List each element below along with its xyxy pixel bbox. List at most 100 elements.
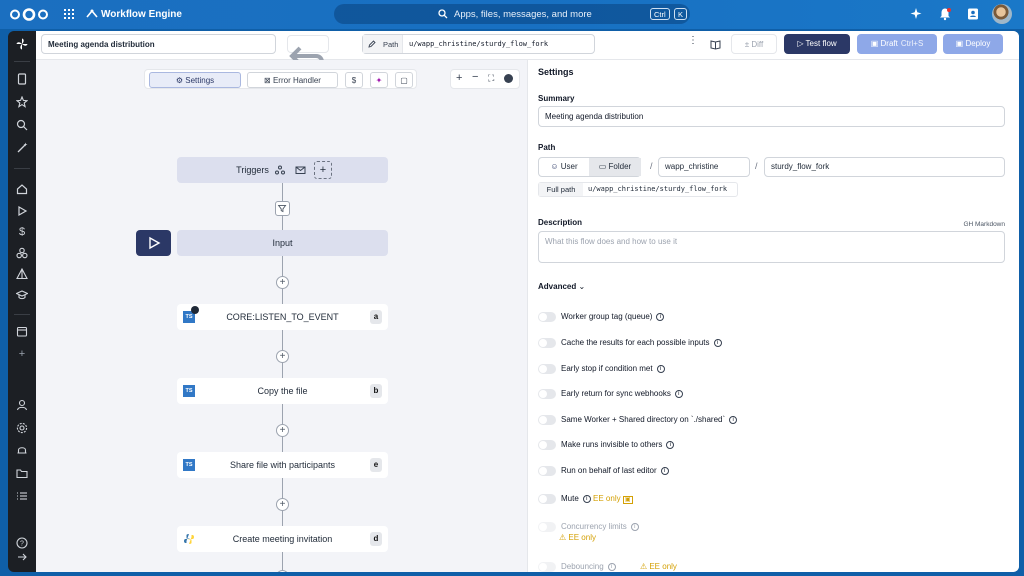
resources-icon[interactable] [16,247,28,259]
run-input-button[interactable] [136,230,171,256]
nextcloud-logo[interactable] [9,8,49,21]
error-handler-tab[interactable]: ⊠ Error Handler [247,72,338,88]
bug-icon: ⊠ [264,76,271,85]
info-icon[interactable]: i [607,562,616,571]
info-icon[interactable]: i [713,338,722,347]
summary-input[interactable]: Meeting agenda distribution [538,106,1005,127]
user-avatar[interactable] [992,4,1012,24]
flow-step-node[interactable]: TS CORE:LISTEN_TO_EVENT a [177,304,388,330]
info-icon[interactable]: i [666,440,675,449]
diff-button[interactable]: ± Diff [731,34,777,54]
input-node[interactable]: Input [177,230,388,256]
add-trigger-button[interactable]: + [314,161,332,179]
zoom-out-icon[interactable]: − [472,71,478,83]
worker-group-toggle[interactable] [538,312,556,322]
warning-icon: ⚠ [559,533,567,542]
option-label: Make runs invisible to others [561,440,663,449]
add-step-button[interactable]: + [276,350,289,363]
theme-toggle-icon[interactable] [504,74,513,83]
info-icon[interactable]: i [630,522,639,531]
owner-kind-toggle: ☺ User ▭ Folder [538,157,641,177]
folder-option[interactable]: ▭ Folder [589,158,641,176]
deploy-button[interactable]: ▣ Deploy [943,34,1003,54]
invisible-runs-toggle[interactable] [538,440,556,450]
user-icon[interactable] [16,399,28,411]
star-icon[interactable] [16,96,28,108]
info-icon[interactable]: i [674,389,683,398]
user-option[interactable]: ☺ User [539,158,589,176]
info-icon[interactable]: i [729,415,738,424]
gear-icon: ⚙ [175,76,184,85]
contacts-icon[interactable] [966,7,980,21]
cache-results-toggle[interactable] [538,338,556,348]
schedules-calendar-icon[interactable] [16,325,28,337]
notifications-bell-icon[interactable] [938,7,952,21]
tutorials-icon[interactable] [16,289,28,301]
sparkle-assistant-icon[interactable] [910,7,924,21]
help-icon[interactable]: ? [16,537,28,549]
early-stop-toggle[interactable] [538,364,556,374]
workers-icon[interactable] [16,444,28,456]
add-step-button[interactable]: + [276,570,289,572]
unified-search[interactable]: Apps, files, messages, and more Ctrl K [334,4,690,24]
fit-view-icon[interactable]: ⛶ [488,73,494,84]
description-textarea[interactable]: What this flow does and how to use it [538,231,1005,263]
expand-sidebar-icon[interactable] [16,551,28,563]
filter-icon[interactable] [275,201,290,216]
on-behalf-toggle[interactable] [538,466,556,476]
variables-button[interactable]: $ [345,72,363,88]
zoom-in-icon[interactable]: + [456,72,462,84]
flow-canvas[interactable]: ⚙ Settings ⊠ Error Handler $ ✦ ▢ + − ⛶ T… [36,60,527,572]
path-field[interactable]: Path u/wapp_christine/sturdy_flow_fork [362,34,595,54]
add-step-button[interactable]: + [276,424,289,437]
email-icon[interactable] [295,165,306,175]
flow-step-node[interactable]: TS Copy the file b [177,378,388,404]
save-draft-button[interactable]: ▣ Draft Ctrl+S [857,34,937,54]
same-worker-toggle[interactable] [538,415,556,425]
info-icon[interactable]: i [656,312,665,321]
mute-toggle[interactable] [538,494,556,504]
draft-shortcut: Ctrl+S [900,39,924,48]
early-return-toggle[interactable] [538,389,556,399]
webhook-icon[interactable] [275,165,285,175]
flow-step-node[interactable]: TS Share file with participants e [177,452,388,478]
docs-book-icon[interactable] [710,39,721,50]
triggers-node[interactable]: Triggers + [177,157,388,183]
triggers-label: Triggers [236,165,269,175]
test-flow-button[interactable]: ▷ Test flow [784,34,850,54]
runs-play-icon[interactable] [16,205,28,217]
document-icon[interactable] [16,73,28,85]
windmill-logo-icon[interactable] [16,38,28,50]
undo-redo-group [287,35,329,112]
option-label: Concurrency limits [561,522,627,531]
info-icon[interactable]: i [656,364,665,373]
folder-icon[interactable] [16,467,28,479]
add-step-button[interactable]: + [276,498,289,511]
debouncing-toggle[interactable] [538,562,556,572]
draft-label: Draft [880,39,898,48]
concurrency-toggle[interactable] [538,522,556,532]
flow-step-node[interactable]: Create meeting invitation d [177,526,388,552]
owner-input[interactable]: wapp_christine [658,157,750,177]
info-icon[interactable]: i [582,494,591,503]
search-icon[interactable] [16,119,28,131]
advanced-toggle[interactable]: Advanced ⌄ [538,282,585,291]
add-step-button[interactable]: + [276,276,289,289]
app-title[interactable]: Workflow Engine [101,9,182,20]
logs-list-icon[interactable] [16,490,28,502]
magic-wand-icon[interactable] [16,142,28,154]
flow-name-input[interactable]: sturdy_flow_fork [764,157,1005,177]
summary-input-top[interactable]: Meeting agenda distribution [41,34,276,54]
info-icon[interactable]: i [660,466,669,475]
copy-document-button[interactable]: ▢ [395,72,413,88]
triggers-icon[interactable] [16,268,28,280]
variables-dollar-icon[interactable]: $ [16,226,28,238]
settings-tab[interactable]: ⚙ Settings [149,72,241,88]
more-options-icon[interactable]: ⋮ [688,36,698,51]
settings-gear-icon[interactable] [16,422,28,434]
add-plus-icon[interactable]: + [16,348,28,360]
ai-wand-button[interactable]: ✦ [370,72,388,88]
app-menu-icon[interactable] [64,9,74,19]
home-icon[interactable] [16,183,28,195]
sidebar-divider [14,61,30,62]
